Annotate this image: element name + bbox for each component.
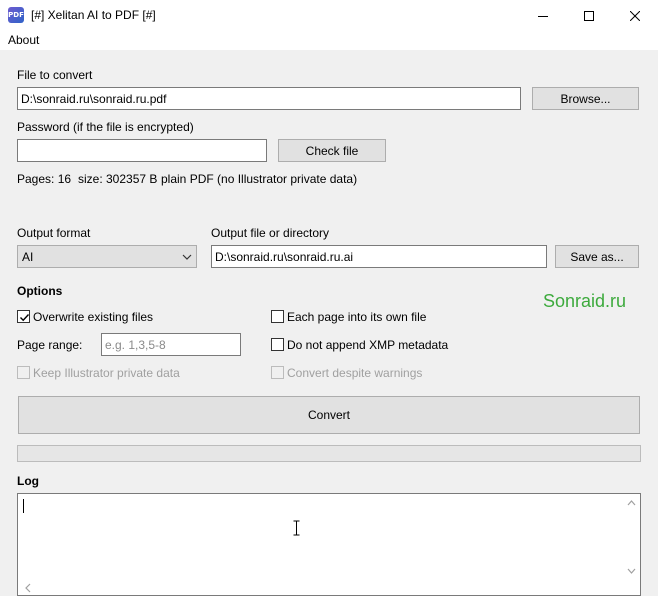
- log-heading: Log: [17, 474, 39, 488]
- keep-private-label: Keep Illustrator private data: [33, 366, 180, 380]
- output-format-select[interactable]: AI: [17, 245, 197, 268]
- close-button[interactable]: [612, 0, 658, 31]
- no-xmp-checkbox[interactable]: [271, 338, 284, 351]
- page-range-label: Page range:: [17, 338, 83, 352]
- options-heading: Options: [17, 284, 63, 298]
- each-page-label: Each page into its own file: [287, 310, 427, 324]
- convert-warnings-label: Convert despite warnings: [287, 366, 423, 380]
- log-vertical-scrollbar[interactable]: [623, 494, 640, 595]
- info-size: size: 302357 B: [78, 172, 158, 186]
- window-title: [#] Xelitan AI to PDF [#]: [31, 8, 156, 22]
- log-textarea[interactable]: [17, 493, 641, 596]
- title-bar: PDF [#] Xelitan AI to PDF [#]: [0, 0, 658, 31]
- minimize-icon: [538, 15, 548, 17]
- convert-button[interactable]: Convert: [18, 396, 640, 434]
- browse-button[interactable]: Browse...: [532, 87, 639, 110]
- chevron-down-icon: [182, 254, 192, 260]
- overwrite-label: Overwrite existing files: [33, 310, 154, 324]
- watermark-text: Sonraid.ru: [543, 291, 627, 311]
- scroll-up-icon: [627, 500, 636, 506]
- app-pdf-icon: PDF: [8, 7, 24, 23]
- no-xmp-label: Do not append XMP metadata: [287, 338, 449, 352]
- maximize-button[interactable]: [566, 0, 612, 31]
- checkmark-icon: [20, 314, 30, 322]
- scroll-left-icon: [25, 583, 31, 593]
- output-format-label: Output format: [17, 226, 91, 240]
- progress-bar: [17, 445, 641, 462]
- check-file-button[interactable]: Check file: [278, 139, 386, 162]
- save-as-button[interactable]: Save as...: [555, 245, 639, 268]
- ibeam-cursor-icon: [293, 520, 300, 536]
- menu-about[interactable]: About: [8, 33, 39, 47]
- password-input[interactable]: [17, 139, 267, 162]
- minimize-button[interactable]: [520, 0, 566, 31]
- info-pages: Pages: 16: [17, 172, 72, 186]
- maximize-icon: [584, 10, 594, 21]
- log-horizontal-scrollbar[interactable]: [18, 581, 640, 595]
- info-kind: plain PDF (no Illustrator private data): [161, 172, 358, 186]
- scroll-down-icon: [627, 568, 636, 574]
- each-page-checkbox[interactable]: [271, 310, 284, 323]
- output-path-label: Output file or directory: [211, 226, 330, 240]
- file-path-input[interactable]: [17, 87, 521, 110]
- menu-bar: About: [0, 31, 658, 50]
- password-label: Password (if the file is encrypted): [17, 120, 194, 134]
- text-caret: [23, 499, 24, 513]
- page-range-input[interactable]: [101, 333, 241, 356]
- output-path-input[interactable]: [211, 245, 547, 268]
- output-format-value: AI: [22, 250, 34, 264]
- convert-warnings-checkbox[interactable]: [271, 366, 284, 379]
- overwrite-checkbox[interactable]: [17, 310, 30, 323]
- keep-private-checkbox[interactable]: [17, 366, 30, 379]
- file-label: File to convert: [17, 68, 93, 82]
- close-icon: [630, 10, 640, 21]
